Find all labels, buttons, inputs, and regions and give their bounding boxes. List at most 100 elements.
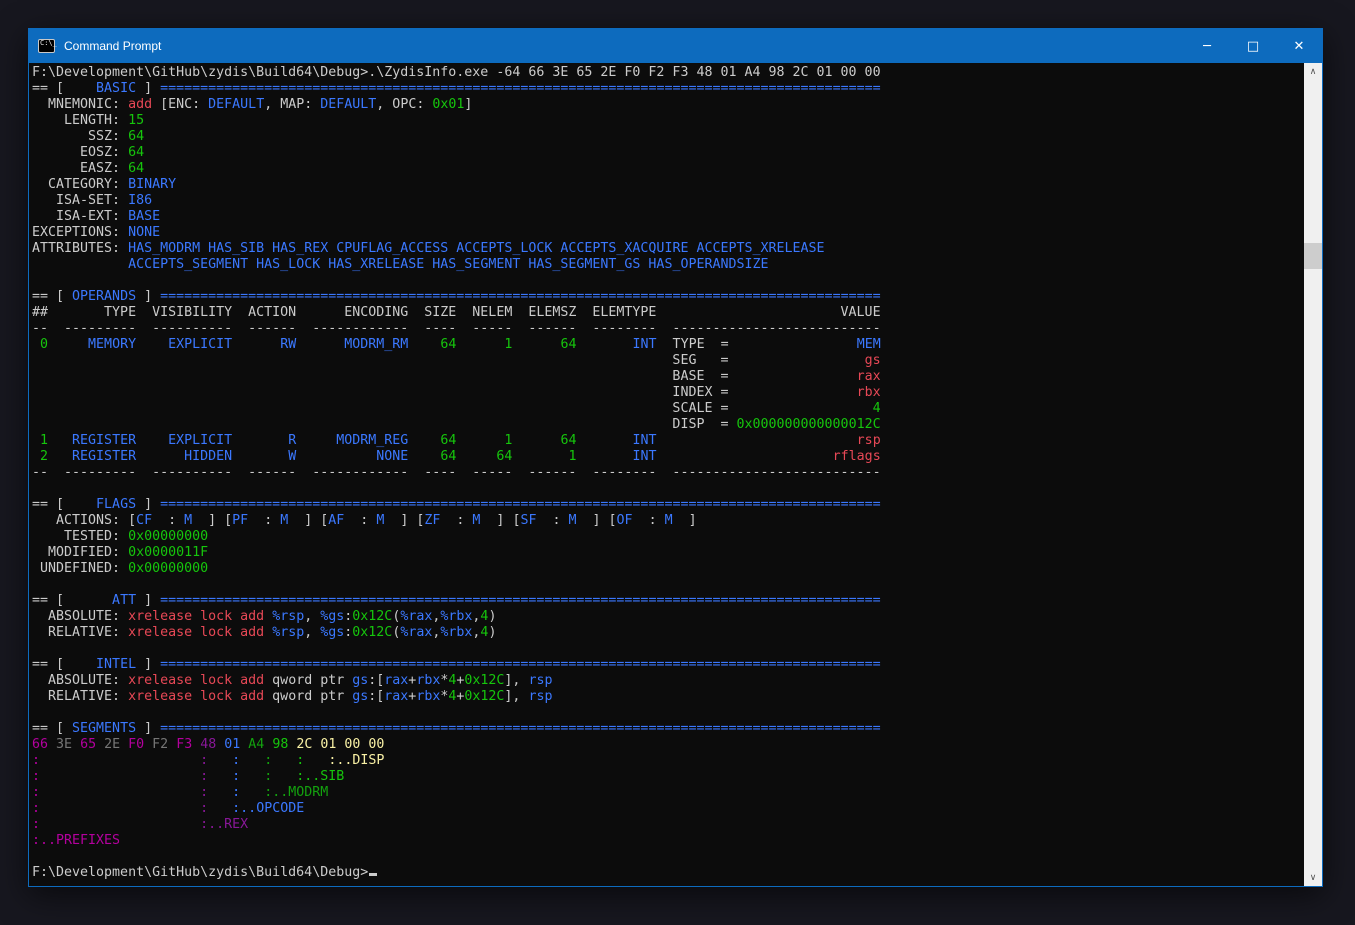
terminal-text-segment [136,433,152,448]
terminal-text-segment: ========================================… [160,721,881,736]
console-area: F:\Development\GitHub\zydis\Build64\Debu… [29,63,1322,886]
terminal-text-segment: %gs [320,609,344,624]
terminal-text-segment: -- --------- ---------- ------ ---------… [32,321,881,336]
terminal-text-segment: 0x12C [352,625,392,640]
terminal-text-segment: :..PREFIXES [32,833,120,848]
scrollbar-thumb[interactable] [1304,243,1322,269]
terminal-text-segment: SEGMENTS [72,721,136,736]
text-cursor [369,873,377,876]
maximize-button[interactable]: □ [1230,29,1276,63]
terminal-text-segment: == [ [32,289,72,304]
terminal-text-segment: 0x12C [464,689,504,704]
terminal-line: F:\Development\GitHub\zydis\Build64\Debu… [32,65,1304,81]
terminal-line: 2 REGISTER HIDDEN W NONE 64 64 1 INT rfl… [32,449,1304,465]
terminal-text-segment: : [232,785,240,800]
terminal-text-segment: , MAP: [264,97,320,112]
terminal-line: DISP = 0x000000000000012C [32,417,1304,433]
terminal-text-segment: 66 [32,737,48,752]
terminal-text-segment: 1 [472,337,512,352]
terminal-text-segment: :..SIB [296,769,344,784]
terminal-text-segment: BASE [128,209,160,224]
terminal-text-segment [232,337,248,352]
terminal-text-segment: , [304,625,320,640]
terminal-output[interactable]: F:\Development\GitHub\zydis\Build64\Debu… [29,63,1304,886]
terminal-text-segment: 0x000000000000012C [728,417,880,432]
terminal-text-segment [264,625,272,640]
terminal-text-segment: ISA-SET: [32,193,128,208]
terminal-text-segment: ] [ [480,513,520,528]
terminal-text-segment: 0x00000000 [128,529,208,544]
terminal-text-segment: ========================================… [160,497,881,512]
terminal-text-segment: BASE = [32,369,728,384]
terminal-text-segment: F:\Development\GitHub\zydis\Build64\Debu… [32,865,368,880]
terminal-text-segment [240,769,264,784]
terminal-text-segment: R [248,433,296,448]
terminal-text-segment: ========================================… [160,593,881,608]
terminal-text-segment: 0x00000000 [128,561,208,576]
title-bar[interactable]: C:\_ Command Prompt ─ □ ✕ [29,29,1322,63]
terminal-line: ABSOLUTE: xrelease lock add qword ptr gs… [32,673,1304,689]
terminal-text-segment: ZF [424,513,440,528]
terminal-text-segment: SF [520,513,536,528]
terminal-text-segment: : [32,801,40,816]
terminal-text-segment: 65 [80,737,96,752]
terminal-text-segment: :..OPCODE [232,801,304,816]
close-button[interactable]: ✕ [1276,29,1322,63]
cmd-icon[interactable]: C:\_ [38,39,55,53]
terminal-text-segment: 4 [728,401,880,416]
terminal-line: ISA-SET: I86 [32,193,1304,209]
terminal-text-segment: 15 [128,113,144,128]
terminal-text-segment: rsp [657,433,881,448]
terminal-text-segment: A4 [248,737,264,752]
terminal-text-segment [120,737,128,752]
terminal-text-segment [40,785,200,800]
terminal-text-segment: 64 [528,433,576,448]
terminal-text-segment: ] [ [384,513,424,528]
terminal-text-segment: ] [136,81,160,96]
terminal-text-segment: DEFAULT [320,97,376,112]
terminal-text-segment: 01 [224,737,240,752]
terminal-text-segment: FLAGS [72,497,136,512]
terminal-text-segment: TYPE = [657,337,729,352]
terminal-text-segment: SCALE = [32,401,728,416]
terminal-text-segment: qword ptr [264,673,352,688]
terminal-text-segment [96,737,104,752]
terminal-text-segment: INT [593,433,657,448]
terminal-line [32,641,1304,657]
terminal-text-segment [408,433,424,448]
terminal-line: : : : : : :..DISP [32,753,1304,769]
terminal-text-segment [240,785,264,800]
terminal-text-segment: 64 [128,161,144,176]
terminal-text-segment: 1 [32,433,48,448]
desktop-background: { "window": { "title": "Command Prompt",… [0,0,1355,925]
terminal-text-segment: DEFAULT [208,97,264,112]
terminal-text-segment: M [665,513,673,528]
terminal-text-segment: RW [248,337,296,352]
scroll-up-icon[interactable]: ∧ [1304,63,1322,80]
terminal-text-segment: REGISTER [64,433,136,448]
terminal-text-segment: qword ptr [264,689,352,704]
terminal-text-segment [264,609,272,624]
terminal-text-segment: 0x01 [432,97,464,112]
terminal-text-segment [40,753,200,768]
terminal-text-segment: MEMORY [64,337,136,352]
terminal-text-segment [208,801,232,816]
terminal-text-segment [240,753,264,768]
terminal-text-segment: ABSOLUTE: [32,673,128,688]
minimize-button[interactable]: ─ [1184,29,1230,63]
terminal-line: : : : : :..SIB [32,769,1304,785]
terminal-text-segment: 0x12C [464,673,504,688]
terminal-line: ACCEPTS_SEGMENT HAS_LOCK HAS_XRELEASE HA… [32,257,1304,273]
terminal-text-segment: CF [136,513,152,528]
terminal-text-segment: ] [ [192,513,232,528]
terminal-text-segment: xrelease lock add [128,689,264,704]
terminal-line: TESTED: 0x00000000 [32,529,1304,545]
terminal-line: == [ INTEL ] ===========================… [32,657,1304,673]
terminal-line: ## TYPE VISIBILITY ACTION ENCODING SIZE … [32,305,1304,321]
terminal-text-segment: 1 [472,433,512,448]
scrollbar[interactable]: ∧ ∨ [1304,63,1322,886]
terminal-line: BASE = rax [32,369,1304,385]
scroll-down-icon[interactable]: ∨ [1304,869,1322,886]
terminal-text-segment: rbx [416,689,440,704]
terminal-text-segment: REGISTER [64,449,136,464]
